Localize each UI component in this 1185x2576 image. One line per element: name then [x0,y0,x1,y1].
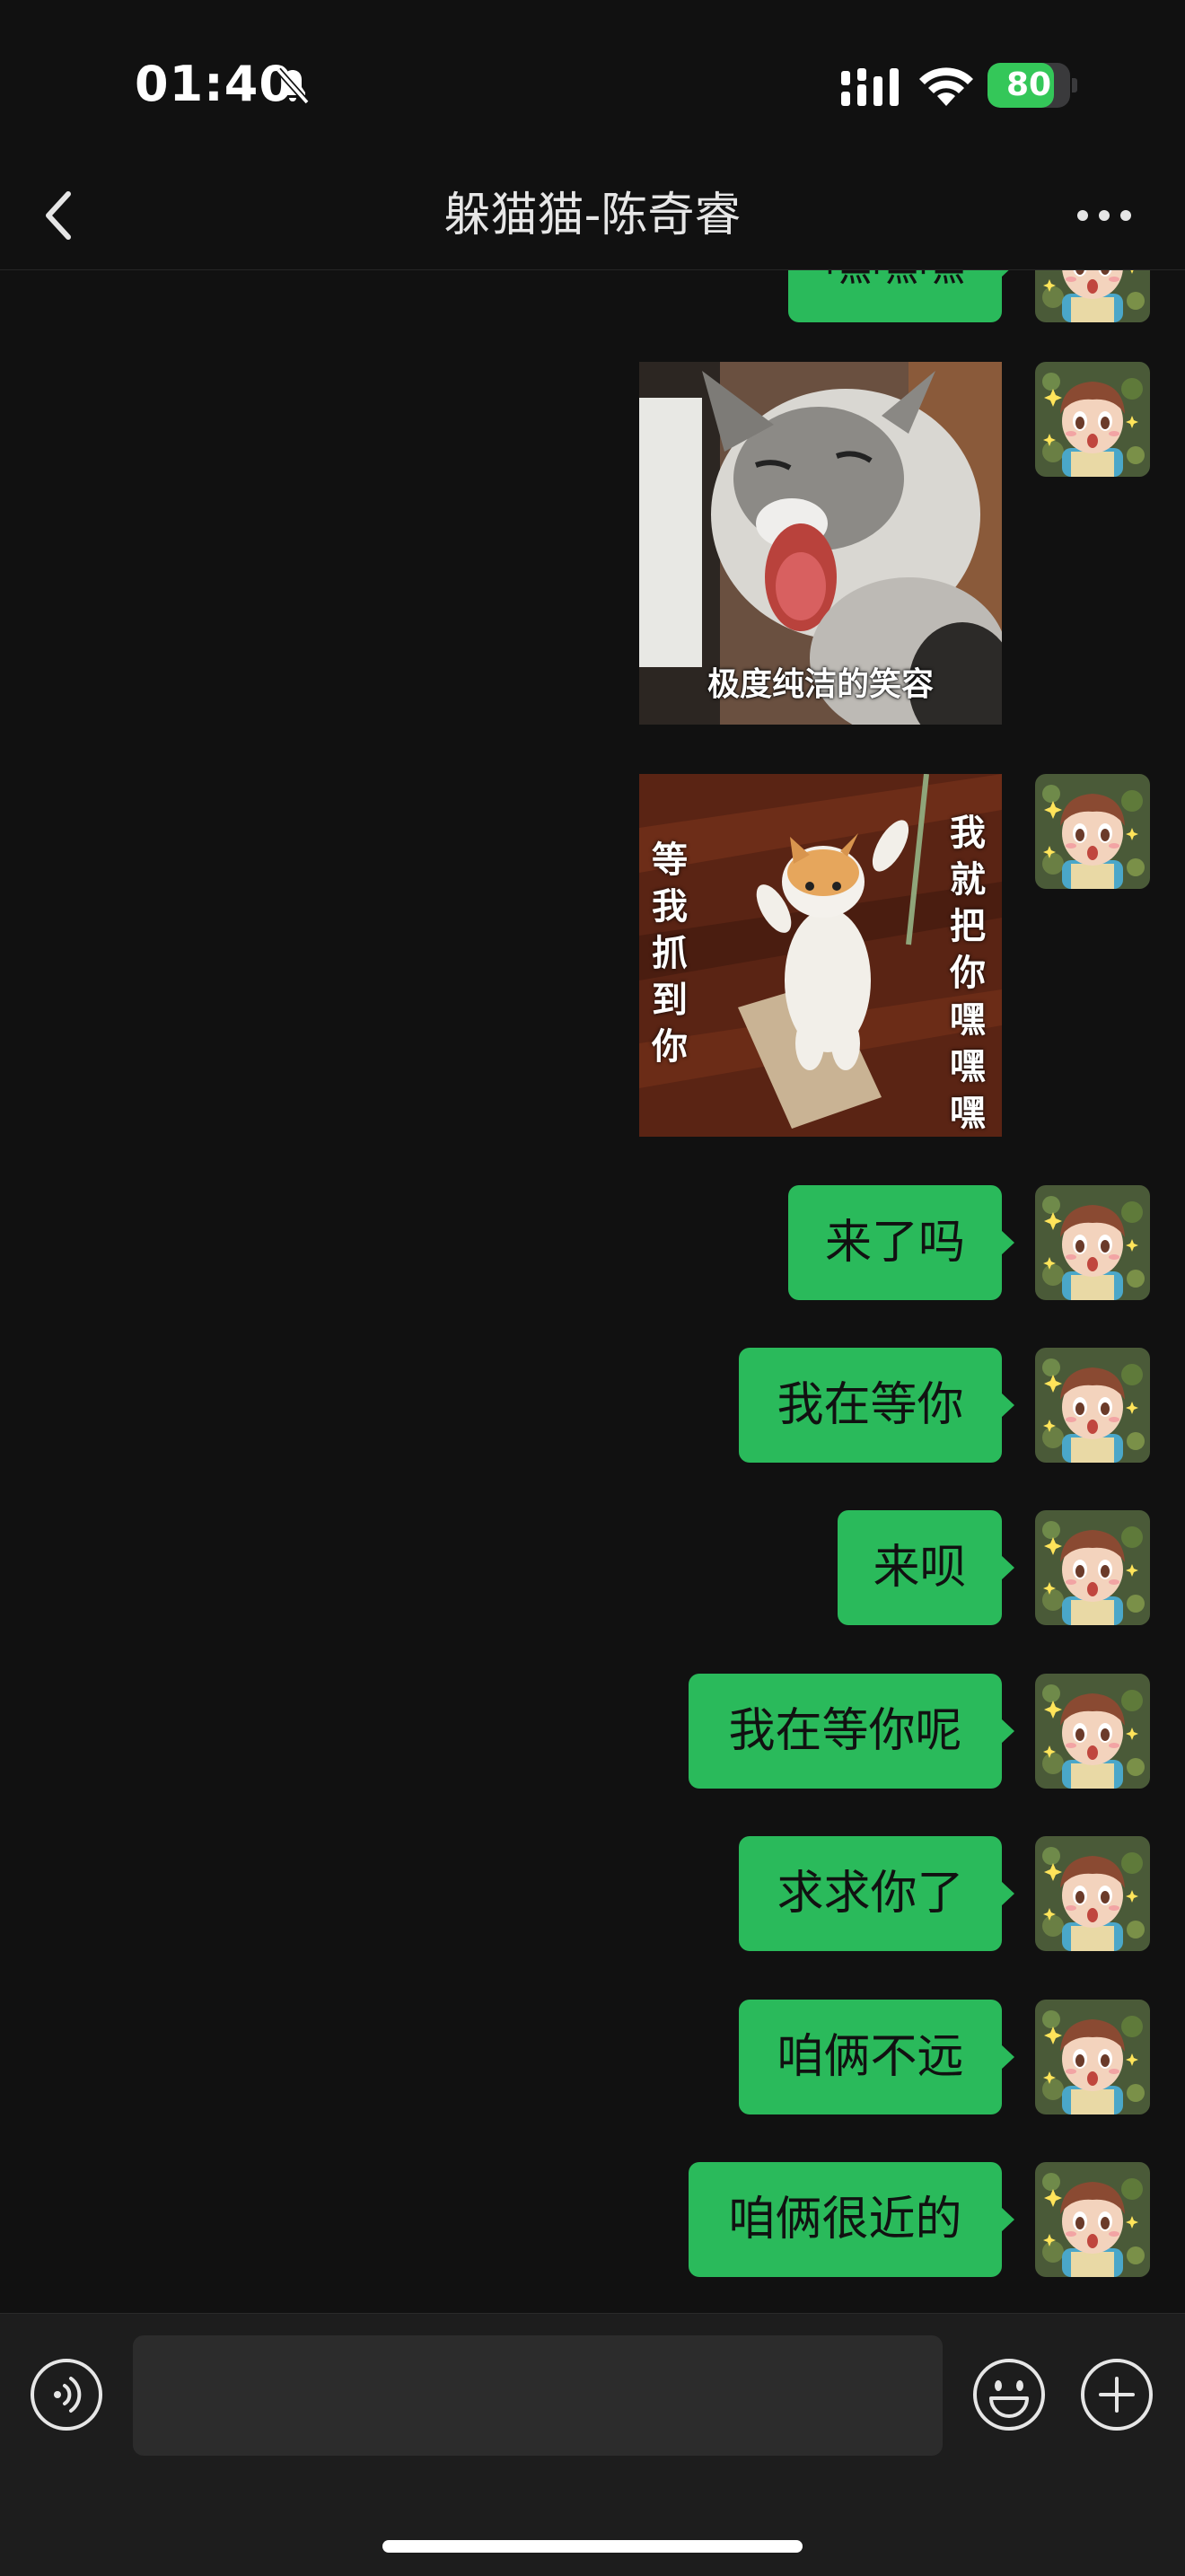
standing-cat-sticker[interactable]: 等我抓到你 我就把你嘿嘿嘿 [639,774,1002,1137]
emoji-icon[interactable] [971,2357,1047,2432]
sticker-caption-left: 等我抓到你 [652,840,688,1068]
silent-bell-icon [276,67,310,105]
avatar[interactable] [1035,2000,1150,2114]
status-time: 01:40 [135,56,294,112]
laughing-cat-sticker[interactable]: 极度纯洁的笑容 [639,362,1002,725]
cellular-signal-icon [841,68,899,106]
chat-header: 躲猫猫-陈奇睿 [0,162,1185,270]
message-bubble[interactable]: 来呗 [838,1510,1014,1625]
voice-icon[interactable] [29,2357,104,2432]
message-bubble[interactable]: 来了吗 [788,1185,1014,1300]
message-list[interactable]: 嘿嘿嘿 [0,270,1185,2313]
message-bubble[interactable]: 求求你了 [739,1836,1014,1951]
more-dots-icon[interactable] [1068,189,1140,242]
input-bar [0,2313,1185,2576]
chevron-left-icon[interactable] [32,180,86,251]
avatar[interactable] [1035,1510,1150,1625]
wifi-icon [919,67,973,106]
sticker-caption-right: 我就把你嘿嘿嘿 [950,813,986,1134]
avatar[interactable] [1035,774,1150,889]
status-bar: 01:40 80 [0,0,1185,162]
message-bubble[interactable]: 我在等你呢 [689,1674,1014,1789]
home-indicator[interactable] [382,2540,803,2553]
battery-level: 80 [1005,66,1052,103]
avatar[interactable] [1035,1836,1150,1951]
avatar[interactable] [1035,1674,1150,1789]
chat-title: 躲猫猫-陈奇睿 [443,189,742,242]
avatar[interactable] [1035,1348,1150,1463]
plus-icon[interactable] [1079,2357,1154,2432]
message-bubble[interactable]: 嘿嘿嘿 [788,270,1014,322]
message-bubble[interactable]: 咱俩很近的 [689,2162,1014,2277]
message-input[interactable] [133,2335,943,2456]
avatar[interactable] [1035,1185,1150,1300]
battery-charging-icon: 80 [988,63,1077,108]
avatar[interactable] [1035,270,1150,322]
sticker-caption: 极度纯洁的笑容 [707,666,934,703]
message-bubble[interactable]: 咱俩不远 [739,2000,1014,2114]
message-bubble[interactable]: 我在等你 [739,1348,1014,1463]
avatar[interactable] [1035,362,1150,477]
avatar[interactable] [1035,2162,1150,2277]
